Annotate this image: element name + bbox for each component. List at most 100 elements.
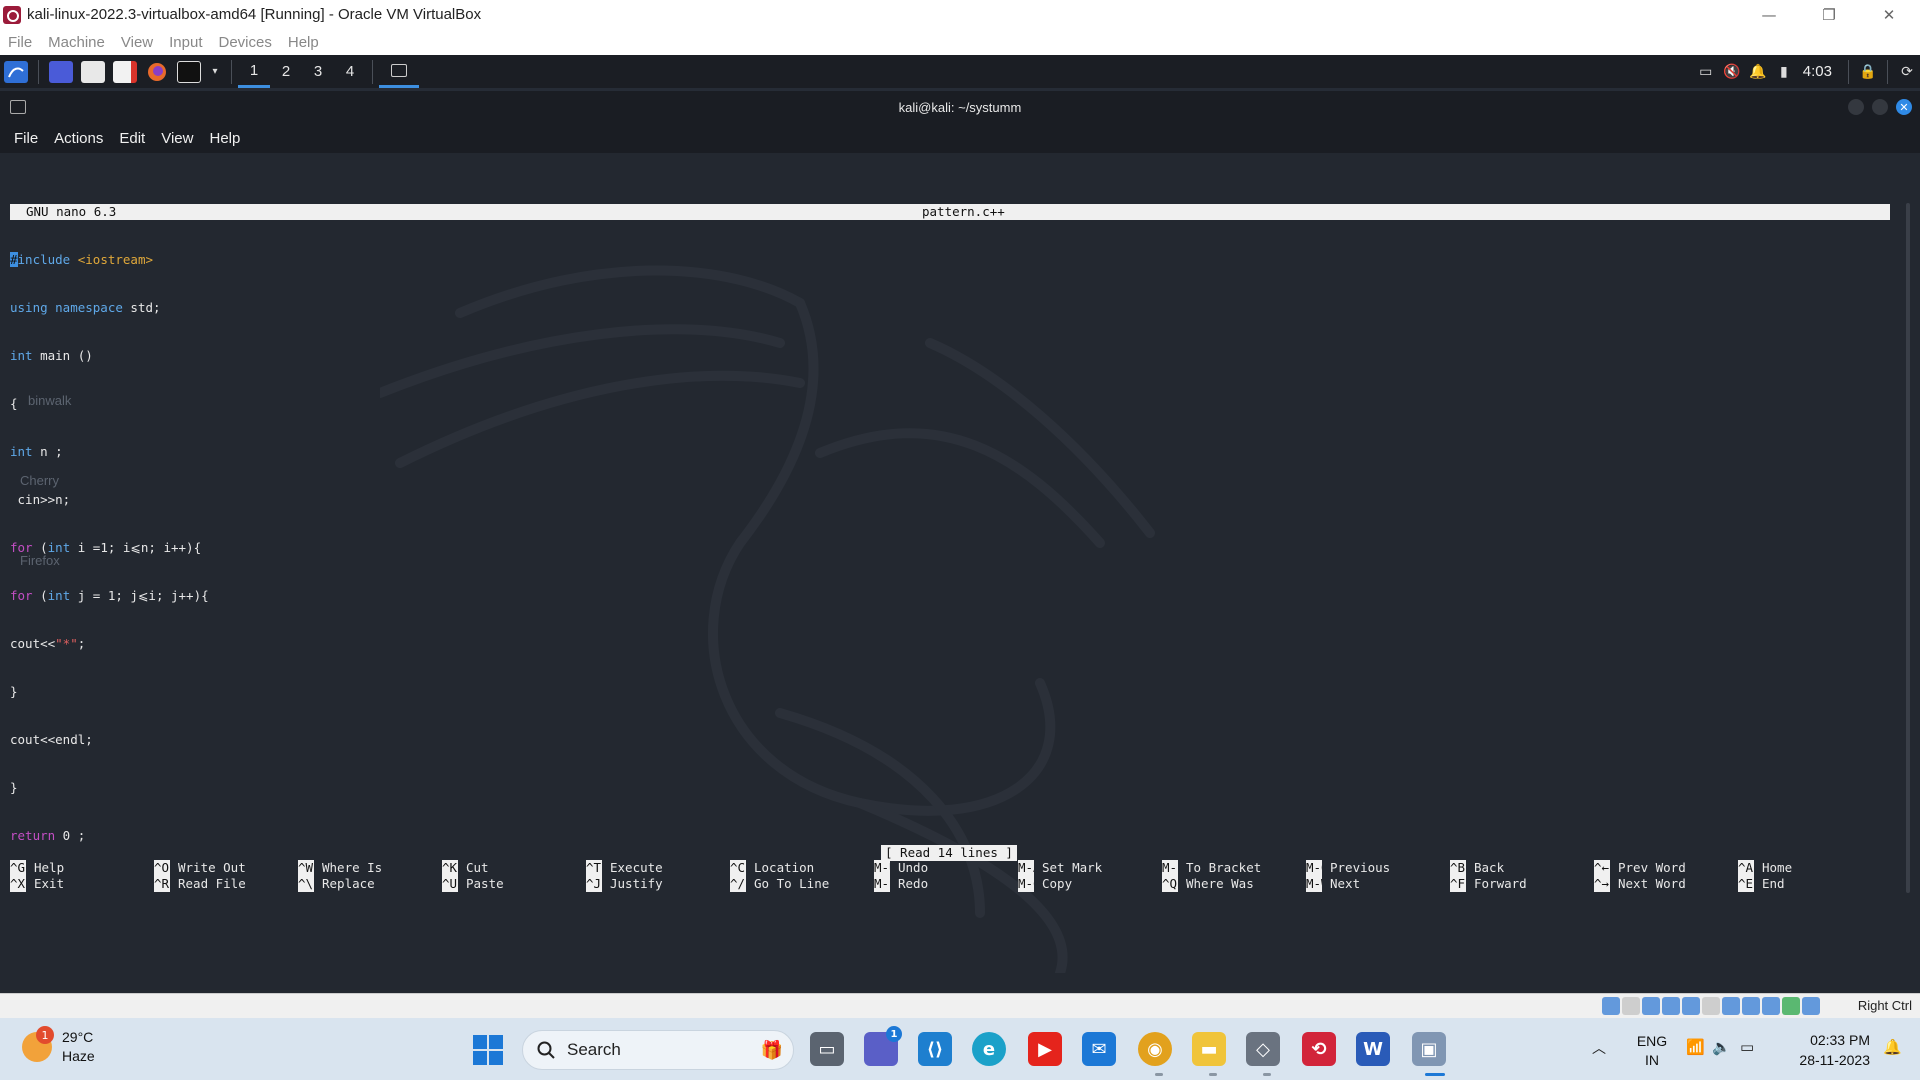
usb-icon[interactable] xyxy=(1682,997,1700,1015)
notification-bell-icon[interactable]: 🔔 xyxy=(1745,55,1771,88)
maximize-circle-button[interactable] xyxy=(1872,99,1888,115)
nano-shortcut[interactable]: ^F Forward xyxy=(1450,876,1595,892)
minimize-circle-button[interactable] xyxy=(1848,99,1864,115)
shared-folders-icon[interactable] xyxy=(1702,997,1720,1015)
volume-muted-icon[interactable]: 🔇 xyxy=(1719,55,1745,88)
nano-shortcut[interactable]: M-W Next xyxy=(1306,876,1451,892)
mouse-integration-icon[interactable] xyxy=(1782,997,1800,1015)
lock-icon[interactable]: 🔒 xyxy=(1855,55,1881,88)
nano-shortcut[interactable]: ^\ Replace xyxy=(298,876,443,892)
restore-button[interactable]: ❐ xyxy=(1800,0,1858,29)
weather-widget[interactable]: 1 29°C Haze xyxy=(22,1026,95,1066)
menu-file[interactable]: File xyxy=(8,34,32,51)
nano-shortcut[interactable]: ^G Help xyxy=(10,860,155,876)
authy-icon[interactable]: ⟲ xyxy=(1302,1032,1336,1066)
nano-shortcut[interactable]: ^O Write Out xyxy=(154,860,299,876)
keyboard-capture-icon[interactable] xyxy=(1802,997,1820,1015)
terminal-menu-file[interactable]: File xyxy=(14,130,38,147)
nano-shortcut[interactable]: ^/ Go To Line xyxy=(730,876,875,892)
terminal-launcher-icon[interactable] xyxy=(177,60,201,83)
teams-chat-icon[interactable]: 1 xyxy=(864,1026,902,1066)
minimize-button[interactable]: — xyxy=(1740,0,1798,29)
audio-icon[interactable] xyxy=(1642,997,1660,1015)
file-manager-icon[interactable] xyxy=(81,60,105,83)
network-icon[interactable] xyxy=(1662,997,1680,1015)
nano-shortcut[interactable]: ^B Back xyxy=(1450,860,1595,876)
task-view-icon[interactable]: ▭ xyxy=(810,1032,844,1066)
logout-icon[interactable]: ⟳ xyxy=(1894,55,1920,88)
guest-screen[interactable]: ▾ 1 2 3 4 ▭ 🔇 🔔 ▮ 4:03 🔒 ⟳ kali@kali: ~/… xyxy=(0,55,1920,993)
terminal-menu-edit[interactable]: Edit xyxy=(119,130,145,147)
terminal-menu-help[interactable]: Help xyxy=(209,130,240,147)
nano-shortcut[interactable]: ^C Location xyxy=(730,860,875,876)
workspace-2[interactable]: 2 xyxy=(270,55,302,88)
show-desktop-icon[interactable] xyxy=(49,60,73,83)
nano-shortcut[interactable]: M-] To Bracket xyxy=(1162,860,1307,876)
menu-devices[interactable]: Devices xyxy=(219,34,272,51)
nano-shortcut[interactable]: ^→ Next Word xyxy=(1594,876,1739,892)
vt-x-icon[interactable] xyxy=(1762,997,1780,1015)
nano-shortcut[interactable]: M-E Redo xyxy=(874,876,1019,892)
nano-shortcut[interactable]: M-6 Copy xyxy=(1018,876,1163,892)
terminal-scrollbar[interactable] xyxy=(1906,203,1910,893)
recording-icon[interactable] xyxy=(1742,997,1760,1015)
nano-shortcut[interactable]: ^E End xyxy=(1738,876,1883,892)
panel-clock[interactable]: 4:03 xyxy=(1803,63,1832,80)
chevron-up-icon[interactable]: ︿ xyxy=(1592,1038,1606,1058)
file-explorer-icon[interactable]: ▬ xyxy=(1192,1032,1226,1066)
terminal-menu-actions[interactable]: Actions xyxy=(54,130,103,147)
nano-shortcut[interactable]: ^T Execute xyxy=(586,860,731,876)
nano-shortcut[interactable]: ^A Home xyxy=(1738,860,1883,876)
nano-shortcut[interactable]: M-U Undo xyxy=(874,860,1019,876)
taskbar-search[interactable]: Search 🎁 xyxy=(522,1030,794,1070)
language-indicator[interactable]: ENG IN xyxy=(1632,1032,1672,1070)
kali-menu-icon[interactable] xyxy=(4,60,28,83)
edge-icon[interactable]: e xyxy=(972,1032,1006,1066)
display-icon[interactable] xyxy=(1722,997,1740,1015)
nano-shortcut[interactable]: ^W Where Is xyxy=(298,860,443,876)
chevron-down-icon[interactable]: ▾ xyxy=(209,61,221,83)
nano-shortcut[interactable]: ^X Exit xyxy=(10,876,155,892)
display-icon[interactable]: ▭ xyxy=(1693,55,1719,88)
workspace-3[interactable]: 3 xyxy=(302,55,334,88)
close-button[interactable]: ✕ xyxy=(1860,0,1918,29)
battery-icon[interactable]: ▮ xyxy=(1771,55,1797,88)
menu-help[interactable]: Help xyxy=(288,34,319,51)
nano-shortcut[interactable]: ^R Read File xyxy=(154,876,299,892)
nano-shortcut[interactable]: ^U Paste xyxy=(442,876,587,892)
notification-bell-icon[interactable]: 🔔 xyxy=(1883,1038,1902,1056)
menu-input[interactable]: Input xyxy=(169,34,202,51)
terminal-titlebar[interactable]: kali@kali: ~/systumm ✕ xyxy=(0,91,1920,123)
chrome-icon[interactable]: ◉ xyxy=(1138,1032,1172,1066)
nano-shortcut[interactable]: ^J Justify xyxy=(586,876,731,892)
nano-shortcut[interactable]: ^K Cut xyxy=(442,860,587,876)
nano-shortcut[interactable]: M-Q Previous xyxy=(1306,860,1451,876)
workspace-1[interactable]: 1 xyxy=(238,55,270,88)
optical-drive-icon[interactable] xyxy=(1622,997,1640,1015)
vscode-icon[interactable]: ⟨⟩ xyxy=(918,1032,952,1066)
3d-viewer-icon[interactable]: ◇ xyxy=(1246,1032,1280,1066)
text-editor-icon[interactable] xyxy=(113,60,137,83)
taskbar-terminal-window[interactable] xyxy=(379,55,419,88)
youtube-icon[interactable]: ▶ xyxy=(1028,1032,1062,1066)
hard-disk-icon[interactable] xyxy=(1602,997,1620,1015)
mail-icon[interactable]: ✉ xyxy=(1082,1032,1116,1066)
nano-shortcut[interactable]: ^Q Where Was xyxy=(1162,876,1307,892)
system-clock[interactable]: 02:33 PM 28-11-2023 xyxy=(1799,1030,1870,1070)
terminal-menu-view[interactable]: View xyxy=(161,130,193,147)
menu-machine[interactable]: Machine xyxy=(48,34,105,51)
firefox-icon[interactable] xyxy=(145,61,169,83)
nano-editor[interactable]: #include <iostream> using namespace std;… xyxy=(10,220,209,924)
terminal-body[interactable]: binwalk Cherry Firefox GNU nano 6.3 patt… xyxy=(0,153,1920,993)
workspace-4[interactable]: 4 xyxy=(334,55,366,88)
battery-icon[interactable]: ▭ xyxy=(1740,1038,1754,1056)
word-icon[interactable]: W xyxy=(1356,1032,1390,1066)
terminal-close-button[interactable]: ✕ xyxy=(1896,99,1912,115)
wifi-icon[interactable]: 📶 xyxy=(1686,1038,1705,1056)
speaker-icon[interactable]: 🔈 xyxy=(1712,1038,1731,1056)
start-button[interactable] xyxy=(473,1035,503,1065)
virtualbox-taskbar-icon[interactable]: ▣ xyxy=(1412,1032,1446,1066)
menu-view[interactable]: View xyxy=(121,34,153,51)
nano-shortcut[interactable]: ^← Prev Word xyxy=(1594,860,1739,876)
nano-shortcut[interactable]: M-A Set Mark xyxy=(1018,860,1163,876)
